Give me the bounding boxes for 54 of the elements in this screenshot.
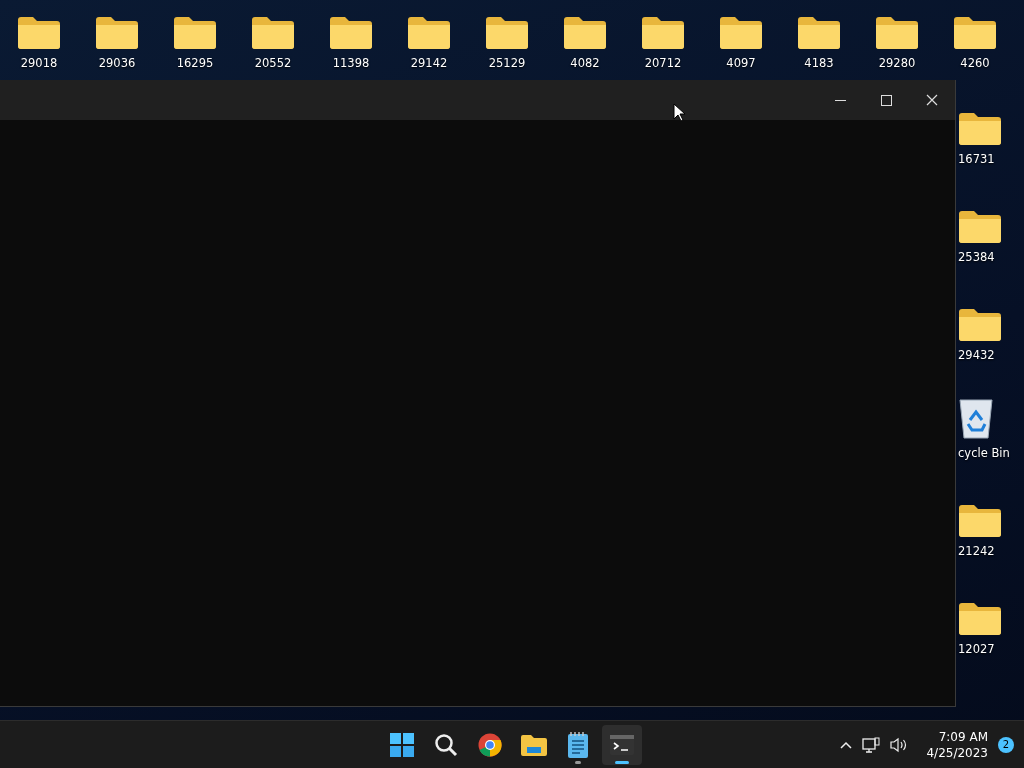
icon-label[interactable]: 29432	[958, 348, 995, 362]
icon-label[interactable]: 4260	[960, 56, 990, 70]
close-icon	[926, 94, 938, 106]
icon-label[interactable]: 4082	[570, 56, 600, 70]
icon-label[interactable]: 20712	[644, 56, 682, 70]
recycle-bin-icon	[958, 396, 994, 440]
folder-icon	[17, 16, 61, 50]
folder-icon	[173, 16, 217, 50]
icon-label[interactable]: 29280	[878, 56, 916, 70]
folder-icon	[563, 16, 607, 50]
search-icon	[434, 732, 458, 757]
folder-icon	[797, 16, 841, 50]
maximize-icon	[880, 94, 892, 106]
folder-icon	[485, 16, 529, 50]
folder-icon	[251, 16, 295, 50]
folder-icon	[958, 210, 1002, 244]
icon-label[interactable]: 29142	[410, 56, 448, 70]
folder-icon	[875, 16, 919, 50]
folder-icon	[641, 16, 685, 50]
folder-icon	[329, 16, 373, 50]
cursor-icon	[673, 103, 685, 122]
folder-icon	[958, 308, 1002, 342]
folder-icon	[958, 602, 1002, 636]
notification-badge[interactable]: 2	[998, 736, 1014, 753]
icon-label[interactable]: 16295	[176, 56, 214, 70]
icon-label[interactable]: 4183	[804, 56, 834, 70]
chevron-up-icon[interactable]	[840, 740, 853, 749]
icon-label[interactable]: 25384	[958, 250, 995, 264]
folder-icon	[407, 16, 451, 50]
windows-logo-icon	[390, 732, 414, 757]
folder-icon	[95, 16, 139, 50]
clock-time[interactable]: 7:09 AM	[938, 728, 988, 745]
icon-label[interactable]: 16731	[958, 152, 995, 166]
folder-icon	[958, 112, 1002, 146]
icon-label[interactable]: 29036	[98, 56, 136, 70]
browser-icon	[478, 732, 502, 757]
folder-icon	[719, 16, 763, 50]
icon-label[interactable]: 4097	[726, 56, 756, 70]
folder-icon	[521, 733, 547, 756]
network-icon[interactable]	[862, 736, 881, 753]
icon-label[interactable]: 21242	[958, 544, 995, 558]
notepad-icon	[568, 731, 588, 758]
folder-icon	[953, 16, 997, 50]
icon-label[interactable]: 29018	[20, 56, 58, 70]
icon-label[interactable]: 20552	[254, 56, 292, 70]
icon-label[interactable]: 11398	[332, 56, 370, 70]
clock-date[interactable]: 4/25/2023	[926, 744, 988, 761]
speaker-icon[interactable]	[890, 736, 909, 753]
minimize-icon	[834, 99, 846, 101]
icon-label[interactable]: cycle Bin	[958, 446, 1010, 460]
folder-icon	[958, 504, 1002, 538]
taskbar-app-button[interactable]	[602, 724, 642, 765]
icon-label[interactable]: 25129	[488, 56, 526, 70]
icon-label[interactable]: 12027	[958, 642, 995, 656]
